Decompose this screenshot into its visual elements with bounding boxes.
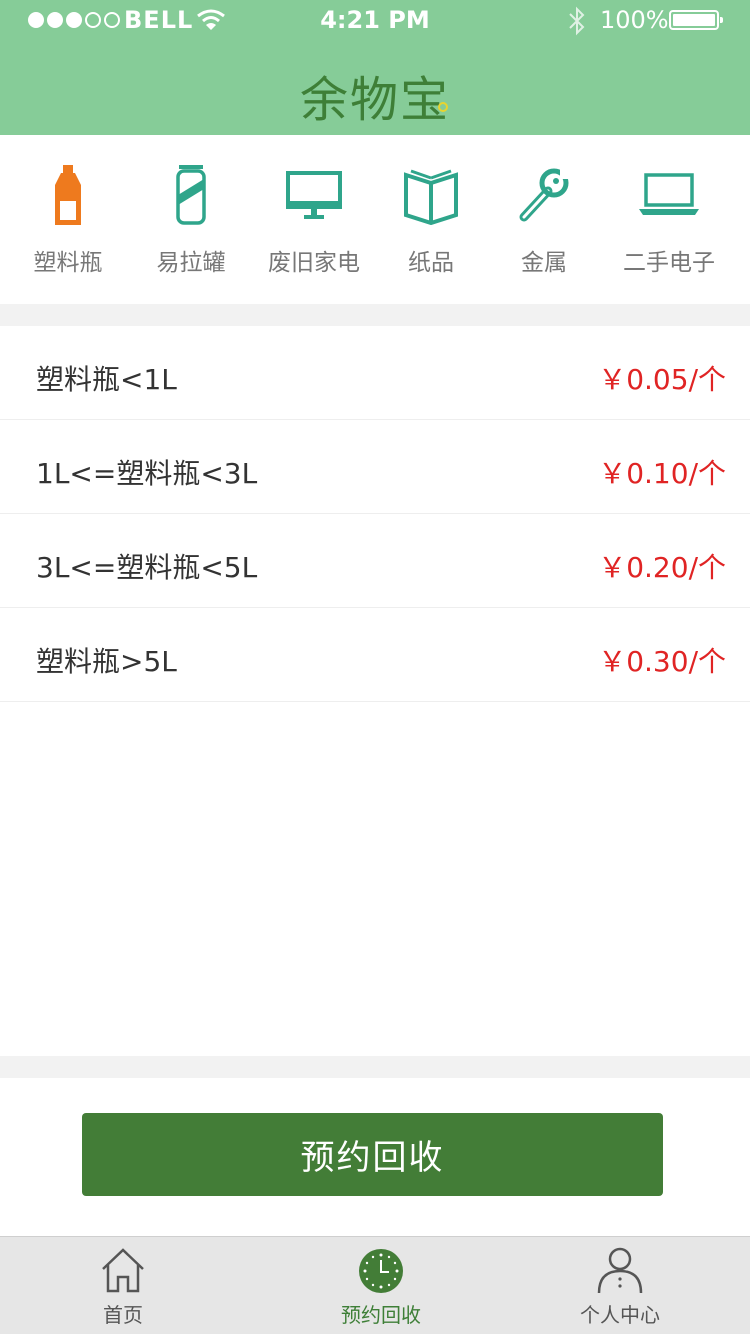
category-label: 废旧家电 [268, 250, 360, 276]
tab-label: 个人中心 [580, 1303, 660, 1327]
section-divider [0, 1056, 750, 1078]
price-item-name: 3L<=塑料瓶<5L [36, 551, 258, 584]
category-label: 易拉罐 [156, 250, 226, 276]
section-divider [0, 304, 750, 326]
category-bar: 塑料瓶 易拉罐 废旧家电 纸品 金属 二手电子 [0, 135, 750, 304]
tab-label: 首页 [103, 1303, 143, 1327]
book-recycling-button[interactable]: 预约回收 [82, 1113, 663, 1196]
price-row: 1L<=塑料瓶<3L ￥0.10/个 [0, 420, 750, 514]
app-header: BELL 4:21 PM 100% 余物宝 [0, 0, 750, 135]
category-can[interactable]: 易拉罐 [131, 165, 251, 277]
person-icon [597, 1247, 643, 1294]
category-appliance[interactable]: 废旧家电 [254, 165, 374, 277]
category-electronics[interactable]: 二手电子 [609, 165, 729, 277]
home-icon [102, 1248, 144, 1293]
status-bar: BELL 4:21 PM 100% [0, 0, 750, 40]
category-metal[interactable]: 金属 [484, 165, 604, 277]
tab-bar: 首页 预约回收 个人中心 [0, 1236, 750, 1334]
book-icon [404, 169, 458, 225]
tab-profile[interactable]: 个人中心 [540, 1247, 700, 1328]
clock-icon [359, 1249, 403, 1293]
price-item-value: ￥0.10/个 [598, 457, 726, 490]
category-label: 二手电子 [623, 250, 715, 276]
category-plastic-bottle[interactable]: 塑料瓶 [8, 165, 128, 277]
category-label: 塑料瓶 [33, 250, 103, 276]
laptop-icon [639, 173, 699, 215]
wrench-icon [519, 167, 572, 222]
price-item-name: 1L<=塑料瓶<3L [36, 457, 258, 490]
action-area: 预约回收 [0, 1078, 750, 1236]
app-logo: 余物宝 [299, 72, 450, 128]
tab-home[interactable]: 首页 [43, 1247, 203, 1328]
can-icon [176, 165, 206, 225]
price-row: 3L<=塑料瓶<5L ￥0.20/个 [0, 514, 750, 608]
logo-accent-dot [438, 102, 448, 112]
tab-booking[interactable]: 预约回收 [301, 1247, 461, 1328]
price-item-name: 塑料瓶<1L [36, 363, 177, 396]
category-paper[interactable]: 纸品 [371, 165, 491, 277]
bluetooth-icon [569, 6, 585, 36]
plastic-bottle-icon [55, 165, 81, 225]
category-label: 金属 [521, 250, 567, 276]
price-item-name: 塑料瓶>5L [36, 645, 177, 678]
price-item-value: ￥0.20/个 [598, 551, 726, 584]
price-row: 塑料瓶<1L ￥0.05/个 [0, 326, 750, 420]
battery-percent: 100% [600, 6, 669, 34]
price-row: 塑料瓶>5L ￥0.30/个 [0, 608, 750, 702]
category-label: 纸品 [408, 250, 454, 276]
battery-icon [669, 10, 723, 30]
price-list: 塑料瓶<1L ￥0.05/个 1L<=塑料瓶<3L ￥0.10/个 3L<=塑料… [0, 326, 750, 702]
price-item-value: ￥0.30/个 [598, 645, 726, 678]
monitor-icon [286, 171, 342, 219]
price-item-value: ￥0.05/个 [598, 363, 726, 396]
tab-label: 预约回收 [341, 1303, 421, 1327]
